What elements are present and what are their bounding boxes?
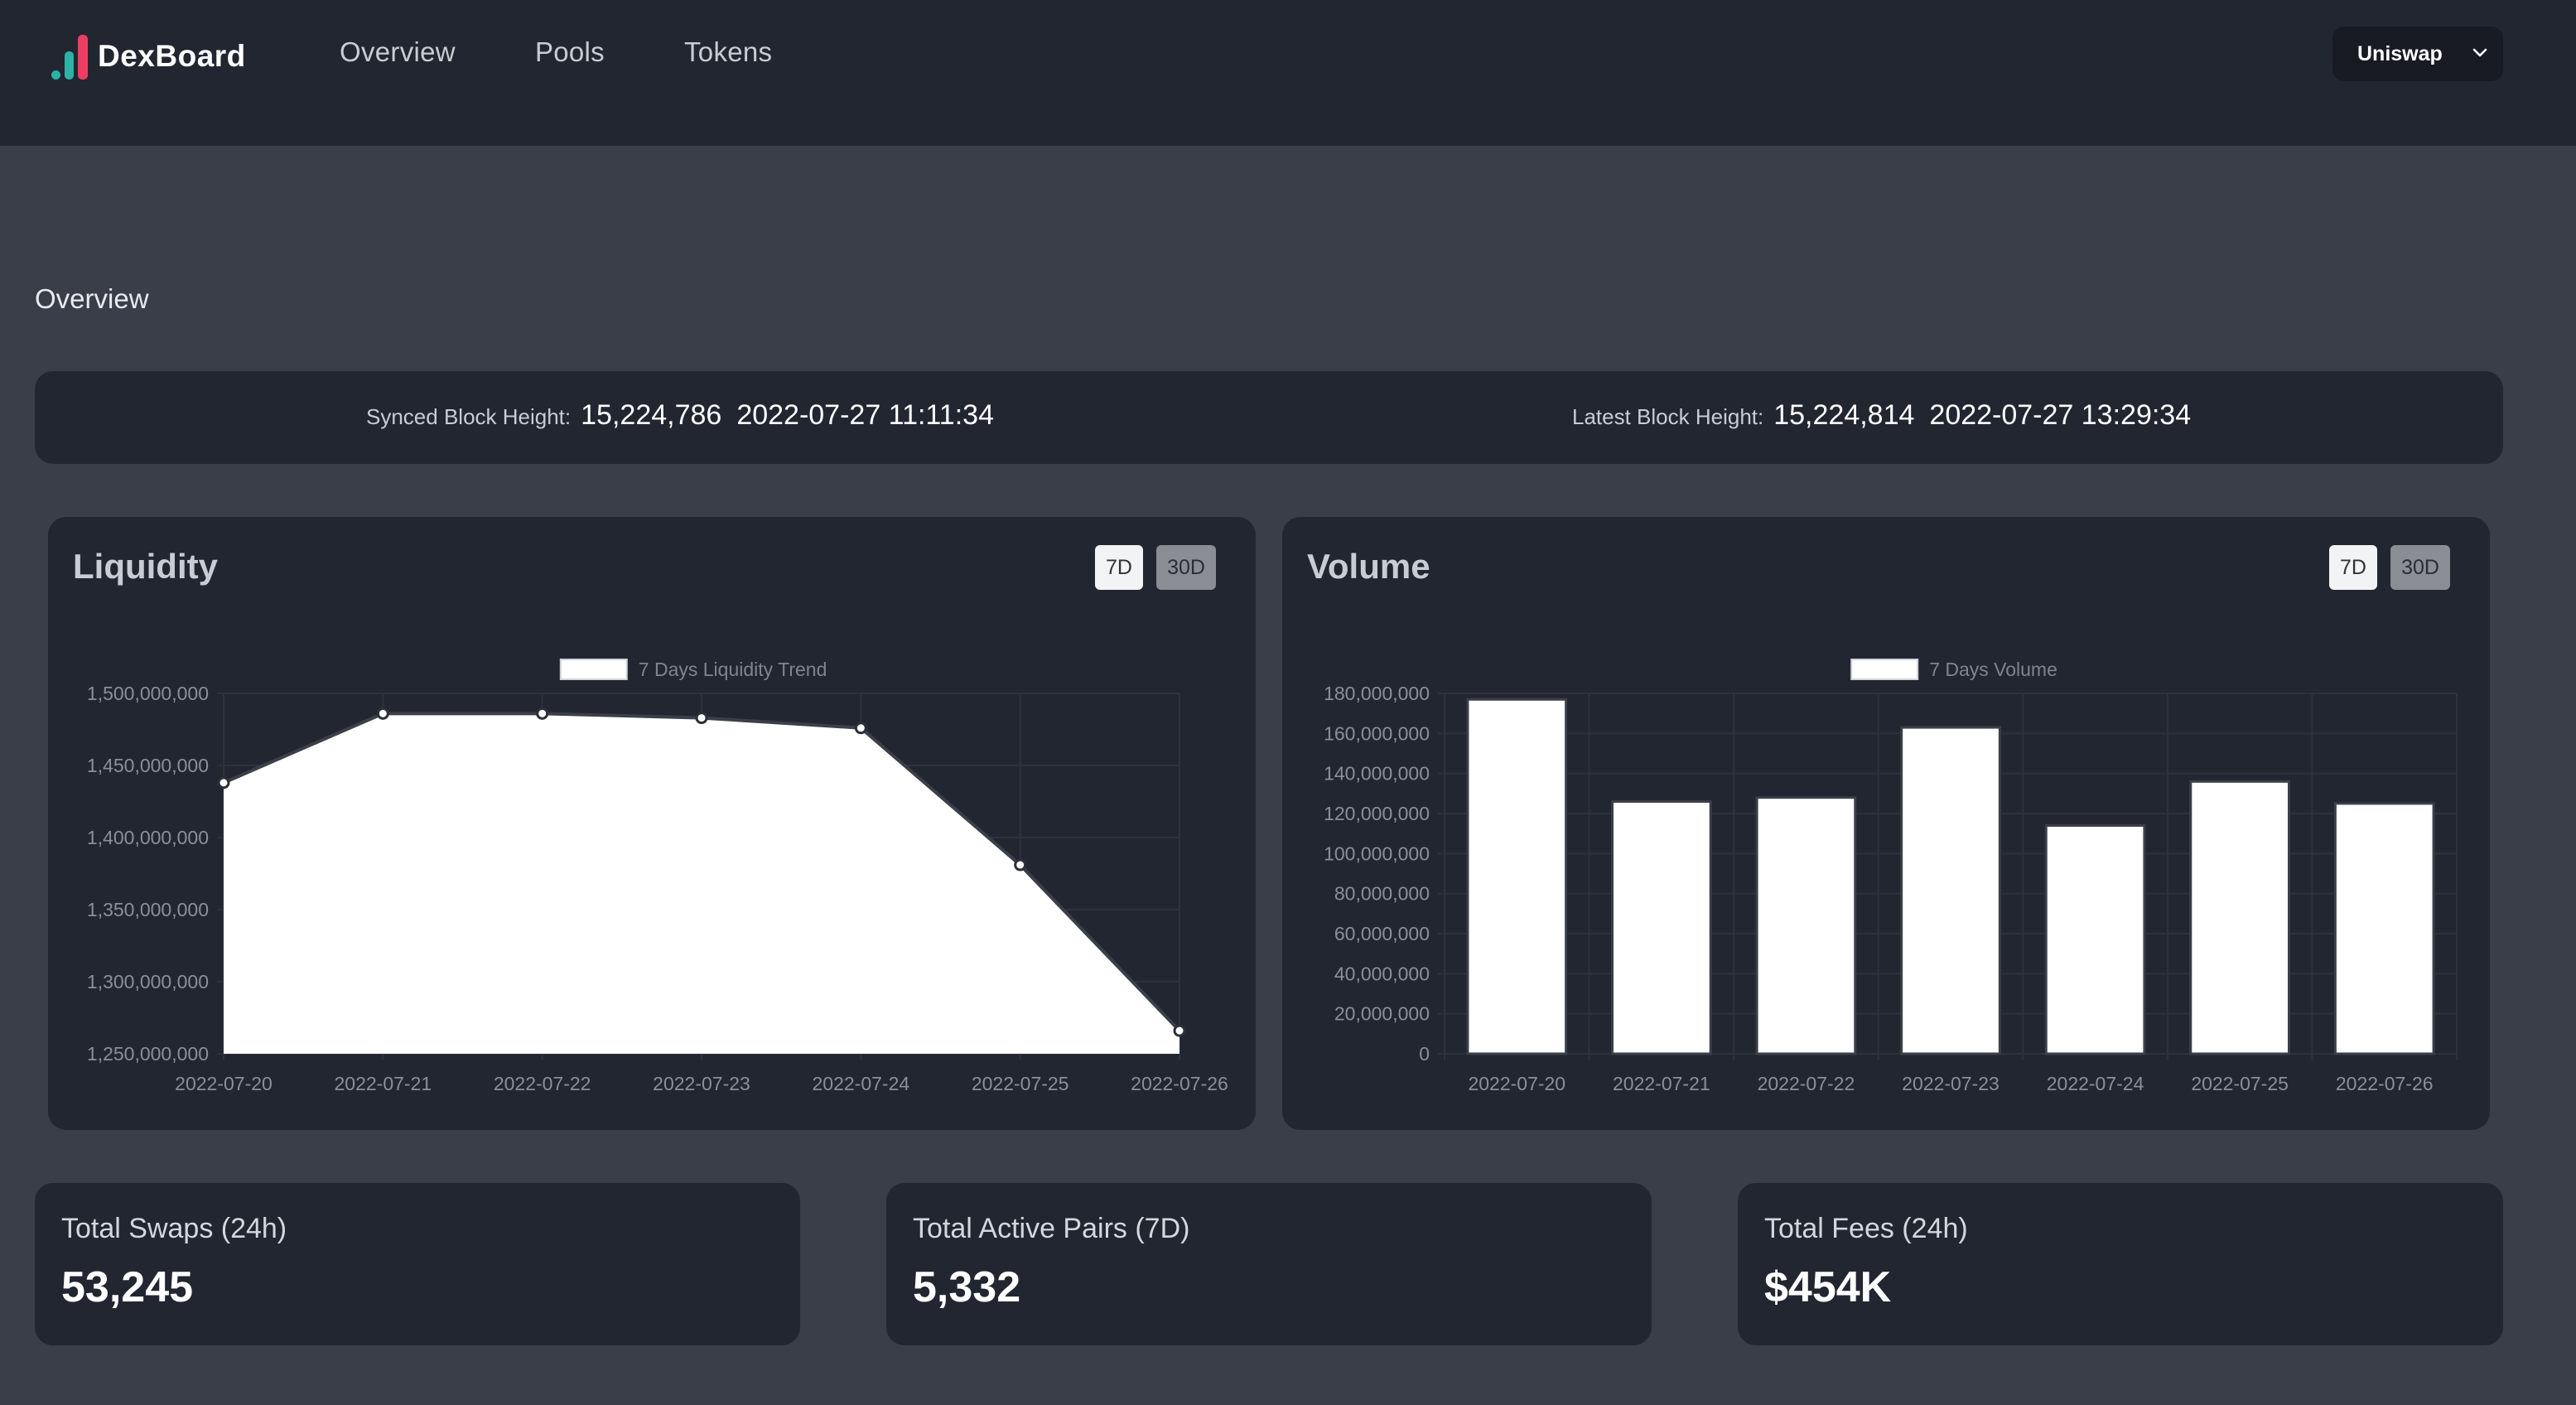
y-tick-label: 1,400,000,000 xyxy=(87,827,209,848)
x-tick-label: 2022-07-21 xyxy=(1613,1073,1710,1094)
data-point xyxy=(376,707,389,720)
legend-label: 7 Days Volume xyxy=(1929,659,2057,680)
stat-label: Total Active Pairs (7D) xyxy=(913,1213,1190,1244)
x-tick-label: 2022-07-24 xyxy=(2047,1073,2144,1094)
synced-block-time: 2022-07-27 11:11:34 xyxy=(736,399,994,431)
y-tick-label: 1,350,000,000 xyxy=(87,899,209,920)
x-tick-label: 2022-07-22 xyxy=(1758,1073,1855,1094)
stat-label: Total Fees (24h) xyxy=(1764,1213,1968,1244)
liquidity-range-toggle: 7D 30D xyxy=(1095,545,1216,590)
stat-value: 53,245 xyxy=(61,1263,194,1311)
volume-chart: 180,000,000 160,000,000 140,000,000 120,000… xyxy=(1324,659,2458,1094)
y-tick-label: 120,000,000 xyxy=(1324,803,1430,824)
data-point xyxy=(217,776,230,789)
legend-swatch xyxy=(1850,659,1919,680)
latest-block-number: 15,224,814 xyxy=(1773,399,1915,431)
y-tick-label: 40,000,000 xyxy=(1334,963,1430,984)
y-tick-label: 160,000,000 xyxy=(1324,722,1430,744)
latest-block-time: 2022-07-27 13:29:34 xyxy=(1929,399,2192,431)
y-tick-label: 1,300,000,000 xyxy=(87,971,209,992)
x-tick-label: 2022-07-22 xyxy=(494,1073,591,1094)
synced-block-label: Synced Block Height: xyxy=(366,404,572,429)
y-tick-label: 1,450,000,000 xyxy=(87,755,209,776)
y-tick-label: 60,000,000 xyxy=(1334,923,1430,944)
x-tick-label: 2022-07-23 xyxy=(653,1073,750,1094)
liquidity-title: Liquidity xyxy=(73,547,218,586)
x-tick-label: 2022-07-21 xyxy=(335,1073,432,1094)
y-tick-label: 1,500,000,000 xyxy=(87,683,209,704)
volume-card: 180,000,000 160,000,000 140,000,000 120,000… xyxy=(1282,517,2490,1130)
liquidity-range-30d-button[interactable]: 30D xyxy=(1156,545,1216,590)
y-tick-label: 20,000,000 xyxy=(1334,1003,1430,1025)
x-tick-label: 2022-07-25 xyxy=(2191,1073,2289,1094)
page-title: Overview xyxy=(35,283,149,314)
y-tick-label: 1,250,000,000 xyxy=(87,1043,209,1065)
x-tick-label: 2022-07-20 xyxy=(175,1073,273,1094)
stat-label: Total Swaps (24h) xyxy=(61,1213,287,1244)
x-tick-label: 2022-07-26 xyxy=(2336,1073,2434,1094)
y-tick-label: 0 xyxy=(1419,1043,1430,1065)
stat-card-total-fees: Total Fees (24h) $454K xyxy=(1738,1183,2503,1345)
synced-block-height: Synced Block Height: 15,224,786 2022-07-… xyxy=(366,399,994,432)
app-logo[interactable]: DexBoard xyxy=(50,23,246,89)
nav-item-tokens[interactable]: Tokens xyxy=(684,36,772,68)
data-point xyxy=(1014,858,1027,871)
volume-bar xyxy=(1755,796,1857,1055)
data-point xyxy=(854,722,867,735)
top-navbar: DexBoard Overview Pools Tokens Uniswap xyxy=(0,0,2576,146)
data-point xyxy=(695,712,708,725)
y-tick-label: 180,000,000 xyxy=(1324,683,1430,704)
data-point xyxy=(1173,1024,1186,1037)
liquidity-chart: 1,500,000,000 1,450,000,000 1,400,000,000 1… xyxy=(87,659,1228,1094)
latest-block-height: Latest Block Height: 15,224,814 2022-07-… xyxy=(1572,399,2191,432)
volume-bar xyxy=(2333,802,2435,1055)
y-tick-label: 100,000,000 xyxy=(1324,843,1430,864)
data-point xyxy=(536,707,549,720)
exchange-select[interactable]: Uniswap xyxy=(2332,27,2503,81)
stat-card-active-pairs: Total Active Pairs (7D) 5,332 xyxy=(886,1183,1652,1345)
main-nav: Overview Pools Tokens xyxy=(340,36,851,68)
chevron-down-icon xyxy=(2472,48,2487,57)
y-tick-label: 80,000,000 xyxy=(1334,883,1430,905)
legend-label: 7 Days Liquidity Trend xyxy=(639,659,827,680)
stat-value: $454K xyxy=(1764,1263,1892,1311)
app-name: DexBoard xyxy=(98,39,246,73)
volume-bar xyxy=(2044,824,2146,1055)
volume-bar xyxy=(1611,800,1712,1055)
stat-value: 5,332 xyxy=(913,1263,1021,1311)
volume-bar xyxy=(1900,726,2001,1055)
stat-card-total-swaps: Total Swaps (24h) 53,245 xyxy=(35,1183,800,1345)
logo-bars-icon xyxy=(50,33,91,80)
synced-block-number: 15,224,786 xyxy=(581,399,722,431)
volume-range-7d-button[interactable]: 7D xyxy=(2329,545,2377,590)
latest-block-label: Latest Block Height: xyxy=(1572,404,1764,429)
liquidity-range-7d-button[interactable]: 7D xyxy=(1095,545,1143,590)
volume-bar xyxy=(1466,698,1568,1055)
x-tick-label: 2022-07-26 xyxy=(1131,1073,1228,1094)
legend-swatch xyxy=(559,659,628,680)
x-tick-label: 2022-07-24 xyxy=(813,1073,910,1094)
volume-range-30d-button[interactable]: 30D xyxy=(2390,545,2450,590)
x-tick-label: 2022-07-25 xyxy=(972,1073,1069,1094)
y-tick-label: 140,000,000 xyxy=(1324,763,1430,785)
liquidity-card: 1,500,000,000 1,450,000,000 1,400,000,000 1… xyxy=(48,517,1256,1130)
x-tick-label: 2022-07-23 xyxy=(1902,1073,2000,1094)
x-tick-label: 2022-07-20 xyxy=(1468,1073,1565,1094)
volume-title: Volume xyxy=(1307,547,1430,586)
nav-item-overview[interactable]: Overview xyxy=(340,36,456,68)
volume-range-toggle: 7D 30D xyxy=(2329,545,2450,590)
block-height-bar: Synced Block Height: 15,224,786 2022-07-… xyxy=(35,371,2503,464)
nav-item-pools[interactable]: Pools xyxy=(535,36,605,68)
volume-bar xyxy=(2189,780,2290,1055)
exchange-select-value: Uniswap xyxy=(2357,41,2443,65)
